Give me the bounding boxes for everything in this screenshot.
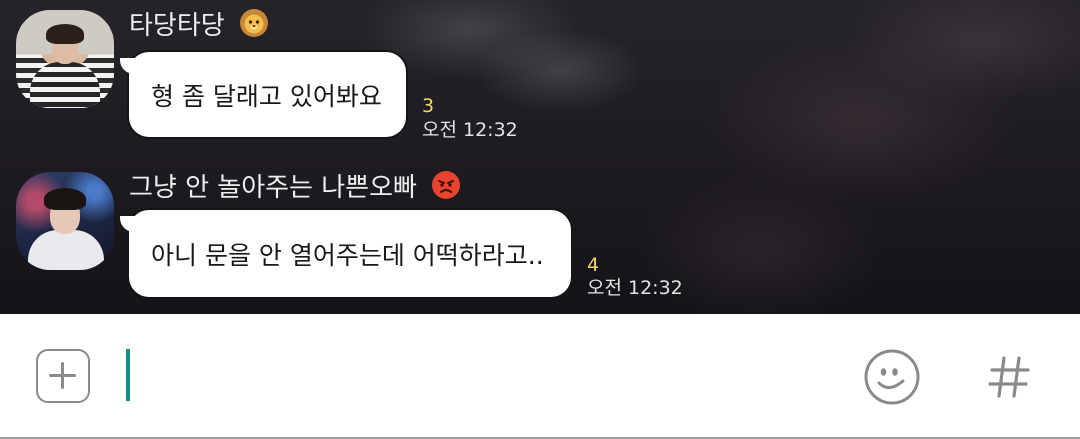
lion-emoji-icon [239, 8, 269, 45]
plus-square-icon[interactable] [36, 349, 90, 403]
unread-count: 3 [422, 95, 435, 117]
profile-avatar[interactable] [16, 172, 114, 270]
message-text: 아니 문을 안 열어주는데 어떡하라고.. [151, 240, 544, 270]
message-input-bar [0, 314, 1080, 439]
hash-icon[interactable] [985, 352, 1035, 402]
message-bubble[interactable]: 아니 문을 안 열어주는데 어떡하라고.. [120, 208, 573, 299]
message-time: 오전 12:32 [587, 277, 683, 299]
bubble-tail [120, 216, 136, 232]
bubble-tail [120, 58, 136, 74]
sender-name: 타당타당 [129, 8, 269, 45]
message-time: 오전 12:32 [422, 119, 518, 141]
message-text: 형 좀 달래고 있어봐요 [151, 81, 382, 111]
profile-avatar[interactable] [16, 10, 114, 108]
sender-name-text: 타당타당 [129, 11, 225, 41]
angry-face-emoji-icon [431, 170, 461, 207]
unread-count: 4 [587, 254, 600, 276]
sender-name: 그냥 안 놀아주는 나쁜오빠 [129, 170, 461, 207]
message-bubble[interactable]: 형 좀 달래고 있어봐요 [120, 50, 408, 139]
sender-name-text: 그냥 안 놀아주는 나쁜오빠 [129, 173, 417, 203]
smiley-icon[interactable] [863, 348, 921, 406]
text-cursor[interactable] [126, 349, 130, 401]
chat-area[interactable]: 타당타당 형 좀 달래고 있어봐요 3 오전 12:32 그냥 안 놀아주는 나… [0, 0, 1080, 314]
